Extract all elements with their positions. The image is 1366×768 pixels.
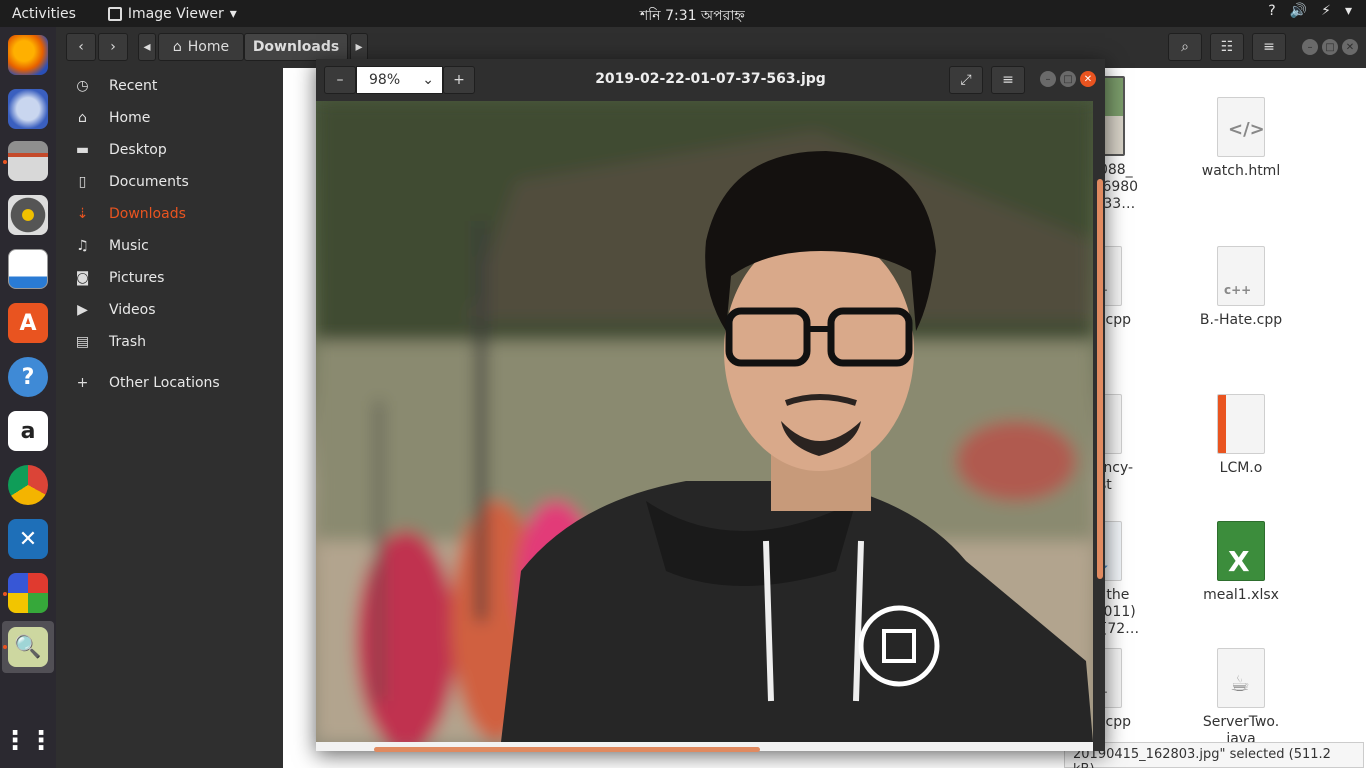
dock: A ? a ✕ 🔍 ⋮⋮	[0, 27, 56, 768]
thunderbird-icon[interactable]	[8, 89, 48, 129]
image-viewer-icon	[107, 6, 122, 21]
viewer-maximize-button[interactable]: □	[1060, 71, 1076, 87]
sidebar-item-documents[interactable]: ▯ Documents	[56, 166, 283, 198]
viewer-close-button[interactable]: ✕	[1080, 71, 1096, 87]
image-viewer-window: – 98% ⌄ + 2019-02-22-01-07-37-563.jpg ⤢ …	[316, 59, 1105, 752]
sidebar-item-other-locations[interactable]: + Other Locations	[56, 367, 283, 399]
amazon-icon[interactable]: a	[8, 411, 48, 451]
file-item-servertwo-java[interactable]: ☕ ServerTwo. java	[1186, 648, 1296, 748]
sidebar-item-home[interactable]: ⌂ Home	[56, 102, 283, 134]
back-button[interactable]: ‹	[66, 33, 96, 61]
sidebar-item-music[interactable]: ♫ Music	[56, 230, 283, 262]
hamburger-icon: ≡	[1002, 72, 1014, 88]
trash-icon: ▤	[75, 334, 90, 350]
files-maximize-button[interactable]: □	[1322, 39, 1338, 55]
image-viewer-icon[interactable]: 🔍	[8, 627, 48, 667]
fullscreen-icon: ⤢	[960, 72, 972, 88]
displayed-photo[interactable]	[316, 101, 1093, 742]
java-file-icon: ☕	[1217, 648, 1265, 708]
software-center-icon[interactable]: A	[8, 303, 48, 343]
search-button[interactable]: ⌕	[1168, 33, 1202, 61]
breadcrumb-downloads[interactable]: Downloads	[244, 33, 348, 61]
file-item-meal1-xlsx[interactable]: X meal1.xlsx	[1186, 521, 1296, 604]
music-icon: ♫	[76, 238, 89, 254]
sidebar-item-recent[interactable]: ◷ Recent	[56, 70, 283, 102]
show-apps-icon[interactable]: ⋮⋮	[2, 721, 54, 761]
forward-button[interactable]: ›	[98, 33, 128, 61]
chevron-down-icon: ▾	[229, 5, 237, 22]
search-icon: ⌕	[1181, 39, 1189, 55]
download-icon: ⇣	[76, 206, 89, 222]
viewer-title: 2019-02-22-01-07-37-563.jpg	[595, 71, 826, 87]
battery-icon[interactable]: ⚡	[1321, 3, 1331, 19]
fullscreen-button[interactable]: ⤢	[949, 66, 983, 94]
hamburger-icon: ≡	[1263, 39, 1275, 55]
file-item-lcm-o[interactable]: LCM.o	[1186, 394, 1296, 477]
rhythmbox-icon[interactable]	[8, 195, 48, 235]
app-name: Image Viewer	[127, 5, 224, 22]
sidebar-item-trash[interactable]: ▤ Trash	[56, 326, 283, 358]
libreoffice-writer-icon[interactable]	[8, 249, 48, 289]
files-sidebar: ◷ Recent ⌂ Home ▬ Desktop ▯ Documents ⇣ Downl…	[56, 68, 283, 768]
sidebar-item-downloads[interactable]: ⇣ Downloads	[56, 198, 283, 230]
sidebar-item-pictures[interactable]: ◙ Pictures	[56, 262, 283, 294]
portrait-photo-illustration	[316, 101, 1093, 742]
video-icon: ▶	[77, 302, 88, 318]
home-icon: ⌂	[78, 110, 87, 126]
file-item-b-hate-cpp[interactable]: c++ B.-Hate.cpp	[1186, 246, 1296, 329]
top-bar: Activities Image Viewer ▾ শনি 7:31 অপরাহ…	[0, 0, 1366, 27]
plus-icon: +	[76, 375, 89, 391]
viewer-minimize-button[interactable]: –	[1040, 71, 1056, 87]
viewer-headerbar: – 98% ⌄ + 2019-02-22-01-07-37-563.jpg ⤢ …	[316, 59, 1105, 101]
help-icon[interactable]: ?	[8, 357, 48, 397]
sidebar-item-videos[interactable]: ▶ Videos	[56, 294, 283, 326]
system-tray[interactable]: ? 🔊 ⚡ ▾	[1268, 3, 1352, 19]
spreadsheet-file-icon: X	[1217, 521, 1265, 581]
files-minimize-button[interactable]: –	[1302, 39, 1318, 55]
app-menu[interactable]: Image Viewer ▾	[107, 5, 237, 22]
cpp-file-icon: c++	[1217, 246, 1265, 306]
menu-button[interactable]: ≡	[1252, 33, 1286, 61]
horizontal-scrollbar[interactable]	[374, 747, 760, 752]
object-file-icon	[1217, 394, 1265, 454]
clock[interactable]: শনি 7:31 অপরাহ্ন	[640, 4, 745, 28]
breadcrumb-right-arrow[interactable]: ▸	[350, 33, 368, 61]
sidebar-item-desktop[interactable]: ▬ Desktop	[56, 134, 283, 166]
windows-like-icon[interactable]	[8, 573, 48, 613]
document-icon: ▯	[78, 174, 87, 190]
activities-button[interactable]: Activities	[0, 6, 88, 22]
help-icon[interactable]: ?	[1268, 3, 1275, 19]
vscode-icon[interactable]: ✕	[8, 519, 48, 559]
breadcrumb-home[interactable]: ⌂ Home	[158, 33, 244, 61]
camera-icon: ◙	[75, 270, 90, 286]
list-icon: ☷	[1220, 39, 1234, 55]
chrome-icon[interactable]	[8, 465, 48, 505]
folder-icon: ▬	[75, 142, 90, 158]
files-close-button[interactable]: ✕	[1342, 39, 1358, 55]
files-icon[interactable]	[8, 141, 48, 181]
volume-icon[interactable]: 🔊	[1290, 3, 1307, 19]
html-file-icon: </>	[1217, 97, 1265, 157]
view-toggle-button[interactable]: ☷	[1210, 33, 1244, 61]
breadcrumb-left-arrow[interactable]: ◂	[138, 33, 156, 61]
system-menu-chevron-icon[interactable]: ▾	[1345, 3, 1352, 19]
firefox-icon[interactable]	[8, 35, 48, 75]
file-item-watch-html[interactable]: </> watch.html	[1186, 97, 1296, 180]
viewer-menu-button[interactable]: ≡	[991, 66, 1025, 94]
vertical-scrollbar[interactable]	[1097, 179, 1103, 579]
selection-status: 20190415_162803.jpg" selected (511.2 kB)	[1064, 742, 1364, 768]
home-icon: ⌂	[172, 39, 182, 55]
clock-icon: ◷	[76, 78, 89, 94]
